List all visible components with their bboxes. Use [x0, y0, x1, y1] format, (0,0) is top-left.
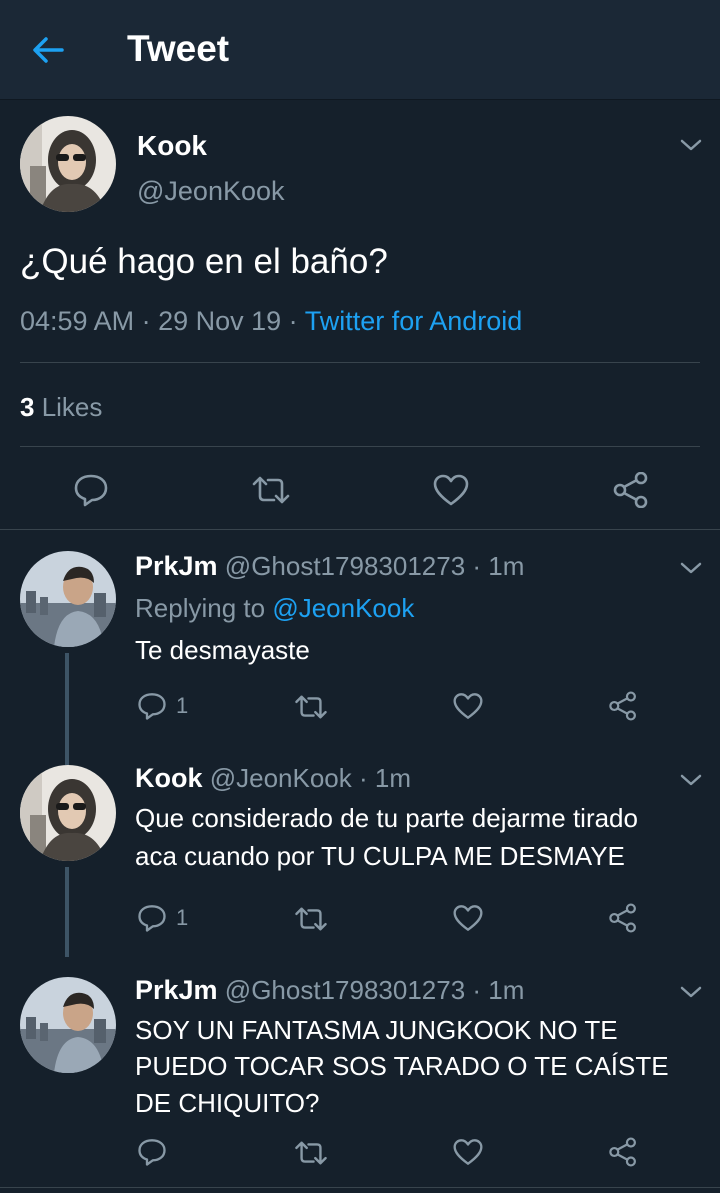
tweet-source-link[interactable]: Twitter for Android — [305, 306, 523, 336]
heart-icon — [453, 905, 483, 931]
page-title: Tweet — [127, 28, 230, 69]
author-handle[interactable]: @Ghost1798301273 — [225, 551, 465, 581]
reply-header: PrkJm @Ghost1798301273 · 1m — [135, 975, 524, 1006]
tweet-menu-button[interactable] — [678, 983, 704, 1001]
author-name[interactable]: PrkJm — [135, 975, 218, 1005]
share-icon — [609, 691, 636, 721]
author-name[interactable]: PrkJm — [135, 551, 218, 581]
tweet-text-line: DE CHIQUITO? — [135, 1088, 320, 1118]
comment-icon — [138, 1139, 166, 1166]
reply-tweet[interactable]: PrkJm @Ghost1798301273 · 1m SOY UN FANTA… — [0, 957, 720, 1187]
meta-separator: · — [134, 306, 159, 336]
retweet-button[interactable] — [293, 905, 329, 933]
divider — [20, 446, 700, 447]
tweet-text: ¿Qué hago en el baño? — [20, 242, 388, 281]
share-button[interactable] — [608, 903, 638, 933]
tweet-text: Te desmayaste — [135, 635, 310, 665]
retweet-button[interactable] — [293, 693, 329, 721]
author-name[interactable]: Kook — [137, 130, 207, 162]
retweet-icon — [295, 695, 327, 719]
reply-count: 1 — [176, 905, 189, 930]
main-tweet: Kook @JeonKook ¿Qué hago en el baño? 04:… — [0, 100, 720, 530]
share-icon — [613, 472, 648, 508]
meta-separator: · — [281, 306, 305, 336]
like-button[interactable] — [432, 472, 470, 508]
back-button[interactable] — [28, 30, 70, 70]
divider — [20, 362, 700, 363]
chevron-down-icon — [680, 774, 702, 786]
tweet-time: · 1m — [472, 551, 525, 581]
reply-button[interactable] — [136, 1137, 176, 1167]
author-handle[interactable]: @Ghost1798301273 — [225, 975, 465, 1005]
replying-to: Replying to @JeonKook — [135, 593, 414, 624]
like-button[interactable] — [452, 691, 484, 721]
avatar[interactable] — [20, 116, 116, 212]
reply-header: PrkJm @Ghost1798301273 · 1m — [135, 551, 524, 582]
reply-button[interactable]: 1 — [136, 691, 188, 721]
share-button[interactable] — [612, 472, 650, 508]
thread-line — [65, 653, 69, 745]
retweet-button[interactable] — [293, 1139, 329, 1167]
avatar[interactable] — [20, 977, 116, 1073]
tweet-text-line: SOY UN FANTASMA JUNGKOOK NO TE — [135, 1015, 618, 1045]
comment-icon — [138, 905, 166, 932]
retweet-icon — [252, 476, 290, 504]
mention-link[interactable]: @JeonKook — [272, 593, 414, 623]
tweet-menu-button[interactable] — [678, 136, 704, 154]
author-handle[interactable]: @JeonKook — [137, 176, 285, 207]
likes-label: Likes — [34, 392, 103, 422]
reply-count: 1 — [176, 693, 189, 718]
retweet-button[interactable] — [250, 474, 292, 506]
tweet-text-line: Que considerado de tu parte dejarme tira… — [135, 803, 638, 833]
share-button[interactable] — [608, 1137, 638, 1167]
author-name[interactable]: Kook — [135, 763, 203, 793]
top-bar: Tweet — [0, 0, 720, 100]
reply-header: Kook @JeonKook · 1m — [135, 763, 411, 794]
share-icon — [609, 903, 636, 933]
avatar[interactable] — [20, 765, 116, 861]
tweet-meta: 04:59 AM · 29 Nov 19 · Twitter for Andro… — [20, 306, 522, 337]
tweet-time: · 1m — [472, 975, 525, 1005]
tweet-time: · 1m — [359, 763, 412, 793]
tweet-menu-button[interactable] — [678, 559, 704, 577]
reply-tweet[interactable]: PrkJm @Ghost1798301273 · 1m Replying to … — [0, 531, 720, 745]
heart-icon — [433, 474, 469, 506]
retweet-icon — [295, 1141, 327, 1165]
reply-button[interactable] — [72, 472, 110, 508]
share-icon — [609, 1137, 636, 1167]
tweet-time: 04:59 AM — [20, 306, 135, 336]
avatar[interactable] — [20, 551, 116, 647]
chevron-down-icon — [680, 986, 702, 998]
chevron-down-icon — [680, 562, 702, 574]
thread-line — [65, 867, 69, 957]
likes-stat[interactable]: 3 Likes — [20, 392, 102, 423]
like-button[interactable] — [452, 903, 484, 933]
reply-button[interactable]: 1 — [136, 903, 188, 933]
retweet-icon — [295, 907, 327, 931]
chevron-down-icon — [680, 139, 702, 151]
heart-icon — [453, 693, 483, 719]
share-button[interactable] — [608, 691, 638, 721]
tweet-date: 29 Nov 19 — [158, 306, 282, 336]
author-handle[interactable]: @JeonKook — [210, 763, 352, 793]
tweet-menu-button[interactable] — [678, 771, 704, 789]
likes-count: 3 — [20, 392, 35, 422]
divider — [0, 1187, 720, 1188]
tweet-text-line: aca cuando por TU CULPA ME DESMAYE — [135, 841, 625, 871]
like-button[interactable] — [452, 1137, 484, 1167]
arrow-left-icon — [33, 37, 64, 63]
reply-tweet[interactable]: Kook @JeonKook · 1m Que considerado de t… — [0, 745, 720, 957]
tweet-text-line: PUEDO TOCAR SOS TARADO O TE CAÍSTE — [135, 1051, 669, 1081]
comment-icon — [74, 474, 108, 507]
replying-to-label: Replying to — [135, 593, 273, 623]
heart-icon — [453, 1139, 483, 1165]
thread-line — [65, 745, 69, 765]
comment-icon — [138, 693, 166, 720]
